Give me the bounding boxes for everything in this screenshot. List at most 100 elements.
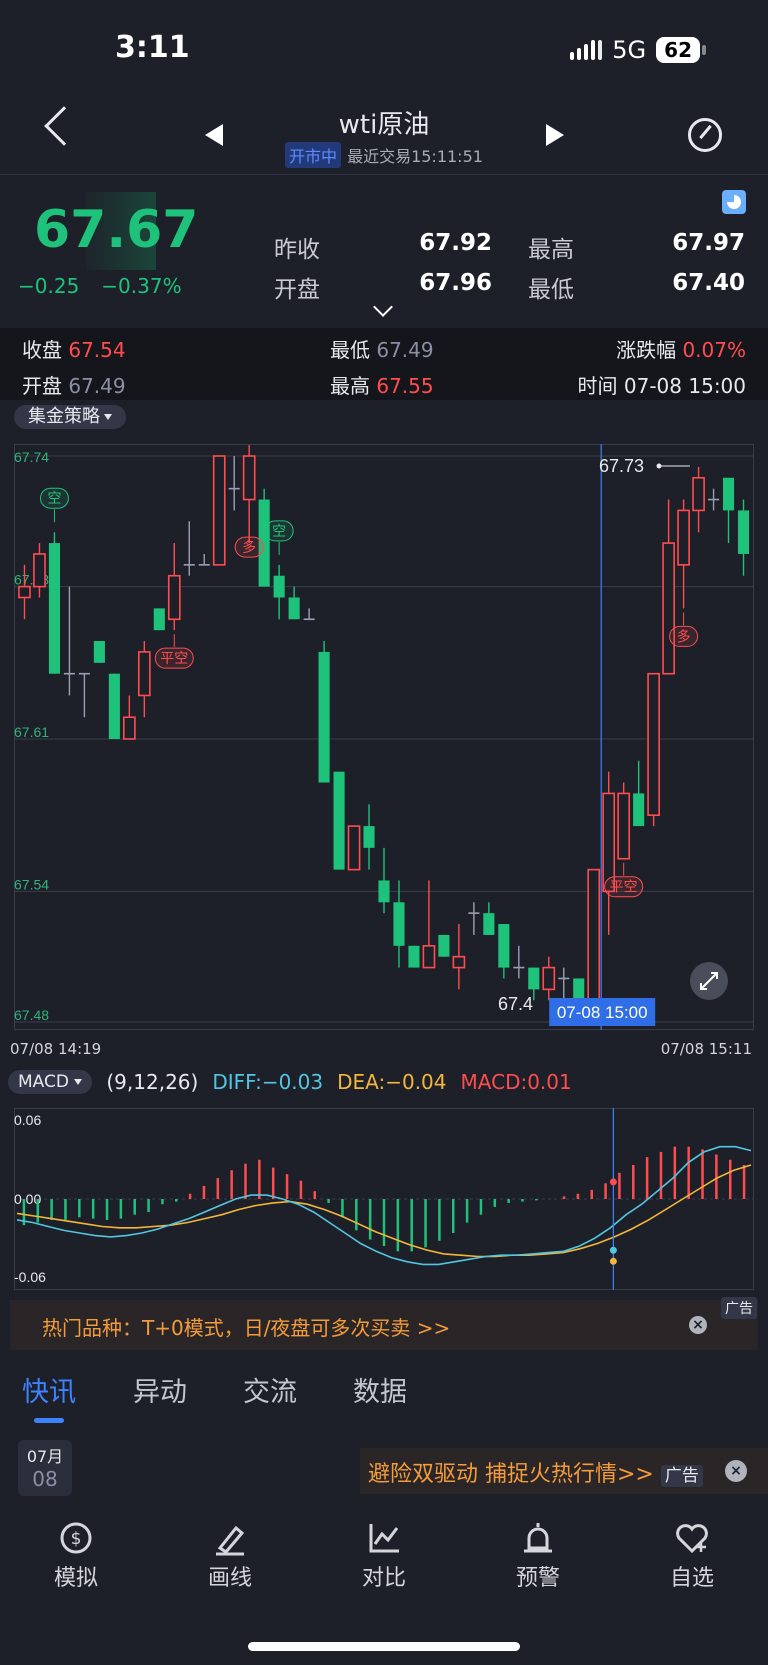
watchlist-button[interactable]: 自选 <box>642 1520 742 1592</box>
tab-discussion[interactable]: 交流 <box>243 1370 297 1409</box>
signal-label: 空 <box>47 491 61 507</box>
candle-body <box>647 672 660 816</box>
low-marker-label: 67.4 <box>498 994 533 1014</box>
candle-body <box>242 455 256 501</box>
alert-button[interactable]: 预警 <box>488 1520 588 1592</box>
previous-instrument-icon[interactable] <box>205 124 223 146</box>
strategy-dropdown[interactable]: 集金策略 <box>14 405 126 429</box>
candle-body <box>288 597 300 620</box>
candle-body <box>483 913 495 935</box>
candle <box>452 924 466 990</box>
macd-tick-bottom: -0.06 <box>14 1269 46 1285</box>
crosshair-time-label: 07-08 15:00 <box>557 1003 648 1022</box>
candle <box>78 672 90 718</box>
candle-high: 最高 67.55 <box>330 374 434 398</box>
candle-close: 收盘 67.54 <box>22 338 126 362</box>
dea-crosshair-dot <box>609 1257 617 1265</box>
candle <box>617 782 631 860</box>
candle-body <box>378 880 390 903</box>
candle <box>303 608 315 621</box>
macd-header: MACD (9,12,26) DIFF:−0.03 DEA:−0.04 MACD… <box>8 1070 572 1094</box>
candle-body <box>363 826 375 848</box>
tab-movers[interactable]: 异动 <box>133 1370 187 1409</box>
candle <box>587 868 601 1012</box>
news-month: 07月 <box>26 1447 64 1466</box>
dropdown-caret-icon <box>104 414 112 420</box>
candle <box>408 945 420 968</box>
candle-body <box>167 574 181 621</box>
simulate-icon: $ <box>60 1522 92 1554</box>
indicator-dropdown[interactable]: MACD <box>8 1070 93 1094</box>
candle-body <box>93 641 105 663</box>
candle <box>513 945 525 979</box>
macd-chart[interactable]: 0.060.00-0.06 <box>14 1108 754 1290</box>
candle-body <box>573 978 585 1001</box>
candle <box>33 543 46 598</box>
candle <box>212 455 226 566</box>
candle <box>347 825 361 871</box>
draw-line-button[interactable]: 画线 <box>180 1520 280 1592</box>
signal-label: 多 <box>677 628 691 645</box>
candle-body <box>737 510 750 554</box>
candle <box>137 641 151 718</box>
tab-news[interactable]: 快讯 <box>22 1370 76 1409</box>
tab-data[interactable]: 数据 <box>353 1370 407 1409</box>
dea-value: DEA:−0.04 <box>337 1070 447 1094</box>
home-indicator <box>248 1642 520 1651</box>
close-icon[interactable]: × <box>725 1460 747 1482</box>
candle-low: 最低 67.49 <box>330 338 434 362</box>
high-marker-label: 67.73 <box>599 456 644 476</box>
candle <box>288 586 300 620</box>
signal-icon <box>570 40 603 60</box>
signal-label: 平空 <box>160 651 188 667</box>
signal-label: 多 <box>242 539 256 556</box>
candle <box>647 672 660 827</box>
y-tick-label: 67.61 <box>14 724 49 740</box>
x-end-label: 07/08 15:11 <box>660 1040 752 1058</box>
candle <box>483 902 495 935</box>
refresh-icon[interactable] <box>688 118 722 152</box>
candle-body <box>422 945 436 969</box>
svg-text:$: $ <box>71 1529 82 1549</box>
ad-banner-text[interactable]: 热门品种：T+0模式，日/夜盘可多次买卖 >> <box>42 1312 450 1341</box>
alarm-bell-icon <box>524 1523 552 1553</box>
candle-body <box>528 967 540 990</box>
candle-body <box>123 716 136 740</box>
candle <box>333 771 345 870</box>
candle-body <box>318 651 330 783</box>
inline-ad-text[interactable]: 避险双驱动 捕捉火热行情>> 广告 <box>368 1456 703 1488</box>
compare-button[interactable]: 对比 <box>334 1520 434 1592</box>
candle-body <box>333 771 345 870</box>
open-label: 开盘 <box>274 277 320 303</box>
close-icon[interactable]: × <box>689 1316 707 1334</box>
candle <box>378 847 390 914</box>
status-indicators: 5G 62 <box>570 36 706 64</box>
candlestick-chart[interactable]: 67.7467.6867.6167.5467.48空平空平多多空平空多07-08… <box>14 444 754 1030</box>
pie-chart-icon[interactable] <box>722 190 746 214</box>
candle-body <box>393 902 405 946</box>
y-tick-label: 67.54 <box>14 876 49 892</box>
candle-body <box>108 673 120 739</box>
next-instrument-icon[interactable] <box>546 124 564 146</box>
x-start-label: 07/08 14:19 <box>10 1040 102 1058</box>
candle-body <box>438 934 450 957</box>
change-percent: −0.37% <box>101 274 182 298</box>
candle <box>167 543 181 631</box>
candle <box>48 532 60 674</box>
candle <box>422 880 436 969</box>
candle <box>273 564 285 620</box>
chevron-down-icon[interactable] <box>373 297 393 317</box>
candle-time: 时间 07-08 15:00 <box>577 374 746 398</box>
back-icon[interactable] <box>44 106 84 146</box>
high-value: 67.97 <box>672 230 745 256</box>
simulate-button[interactable]: $ 模拟 <box>26 1520 126 1592</box>
ad-tag: 广告 <box>721 1297 757 1319</box>
candle-body <box>48 543 60 674</box>
candle <box>722 477 735 544</box>
last-trade-time: 最近交易15:11:51 <box>347 147 483 166</box>
candle <box>662 499 675 675</box>
ad-tag: 广告 <box>660 1465 703 1487</box>
candle-body <box>452 955 466 969</box>
heart-add-icon <box>676 1524 708 1554</box>
candle-body <box>153 608 165 631</box>
